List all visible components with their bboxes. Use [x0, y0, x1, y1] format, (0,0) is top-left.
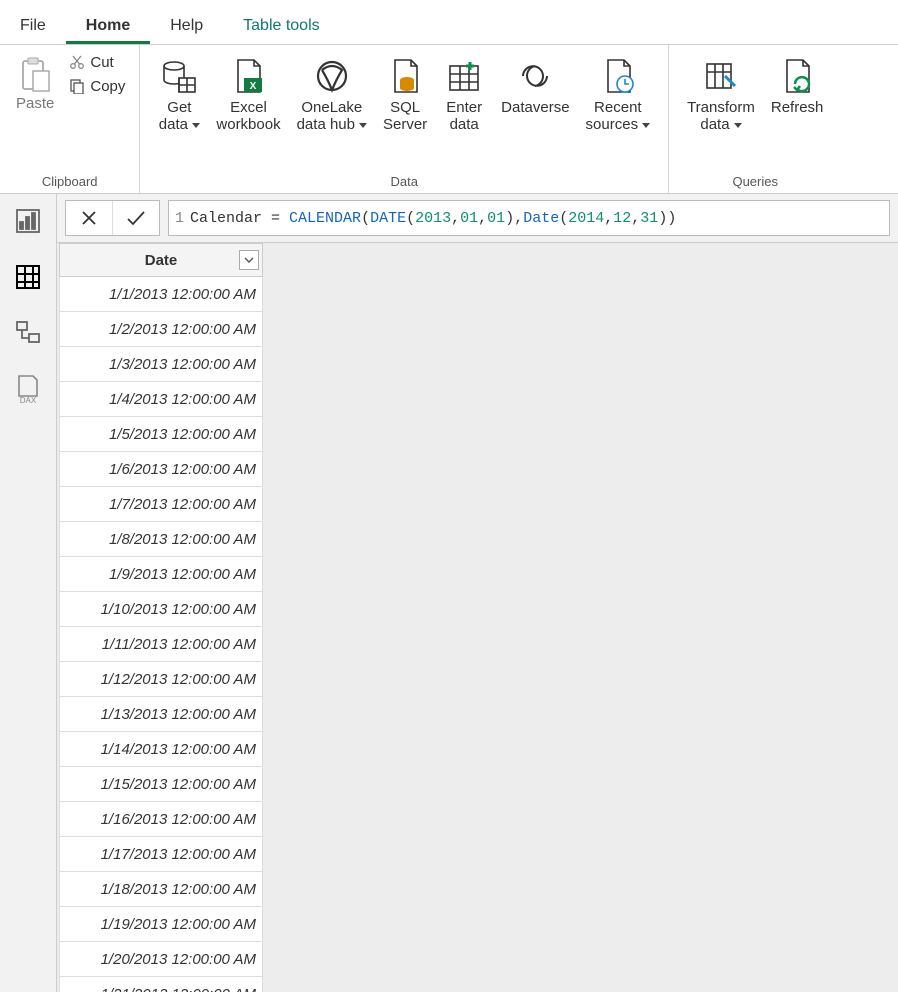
sql-server-button[interactable]: SQL Server [375, 51, 435, 138]
excel-workbook-button[interactable]: X Excel workbook [208, 51, 288, 138]
tab-file[interactable]: File [0, 7, 66, 44]
formula-bar: 1Calendar = CALENDAR(DATE(2013,01,01),Da… [57, 194, 898, 243]
column-filter-button[interactable] [239, 250, 259, 270]
table-cell[interactable]: 1/17/2013 12:00:00 AM [60, 837, 263, 872]
copy-label: Copy [90, 78, 125, 95]
date-table: Date 1/1/2013 12:00:00 AM1/2/2013 12:00:… [59, 243, 263, 992]
refresh-label: Refresh [771, 99, 824, 116]
table-cell[interactable]: 1/3/2013 12:00:00 AM [60, 347, 263, 382]
get-data-button[interactable]: Get data [150, 51, 208, 138]
onelake-label: OneLake data hub [297, 99, 367, 134]
table-cell[interactable]: 1/14/2013 12:00:00 AM [60, 732, 263, 767]
transform-icon [700, 55, 742, 97]
tab-home[interactable]: Home [66, 7, 150, 44]
group-queries: Transform data Refresh Queries [669, 45, 841, 193]
tab-help[interactable]: Help [150, 7, 223, 44]
onelake-button[interactable]: OneLake data hub [289, 51, 375, 138]
table-cell[interactable]: 1/12/2013 12:00:00 AM [60, 662, 263, 697]
line-number: 1 [175, 210, 184, 227]
group-label-clipboard: Clipboard [42, 174, 98, 191]
view-rail: DAX [0, 194, 57, 992]
dataverse-button[interactable]: Dataverse [493, 51, 577, 120]
menu-tabs: File Home Help Table tools [0, 0, 898, 45]
column-header-date[interactable]: Date [60, 244, 263, 277]
dataverse-label: Dataverse [501, 99, 569, 116]
svg-text:X: X [250, 81, 257, 92]
table-cell[interactable]: 1/20/2013 12:00:00 AM [60, 942, 263, 977]
table-cell[interactable]: 1/1/2013 12:00:00 AM [60, 277, 263, 312]
cut-icon [68, 53, 86, 71]
paste-icon [18, 55, 52, 95]
table-cell[interactable]: 1/10/2013 12:00:00 AM [60, 592, 263, 627]
enter-data-icon [443, 55, 485, 97]
excel-label: Excel workbook [216, 99, 280, 134]
data-view-icon[interactable] [13, 262, 43, 292]
transform-label: Transform data [687, 99, 755, 134]
table-cell[interactable]: 1/6/2013 12:00:00 AM [60, 452, 263, 487]
formula-input[interactable]: 1Calendar = CALENDAR(DATE(2013,01,01),Da… [168, 200, 890, 236]
enter-data-label: Enter data [446, 99, 482, 134]
paste-button[interactable]: Paste [10, 51, 60, 116]
recent-sources-button[interactable]: Recent sources [578, 51, 659, 138]
enter-data-button[interactable]: Enter data [435, 51, 493, 138]
x-icon [79, 208, 99, 228]
data-grid[interactable]: Date 1/1/2013 12:00:00 AM1/2/2013 12:00:… [57, 243, 898, 992]
transform-data-button[interactable]: Transform data [679, 51, 763, 138]
refresh-button[interactable]: Refresh [763, 51, 832, 120]
table-cell[interactable]: 1/4/2013 12:00:00 AM [60, 382, 263, 417]
report-view-icon[interactable] [13, 206, 43, 236]
dax-view-icon[interactable]: DAX [13, 374, 43, 404]
refresh-icon [776, 55, 818, 97]
model-view-icon[interactable] [13, 318, 43, 348]
tab-table-tools[interactable]: Table tools [223, 7, 340, 44]
get-data-label: Get data [159, 99, 200, 134]
group-data: Get data X Excel workbook OneLake data h… [140, 45, 669, 193]
sql-icon [384, 55, 426, 97]
sql-label: SQL Server [383, 99, 427, 134]
formula-cancel-button[interactable] [66, 201, 113, 235]
table-cell[interactable]: 1/11/2013 12:00:00 AM [60, 627, 263, 662]
copy-icon [68, 77, 86, 95]
formula-commit-button[interactable] [113, 201, 159, 235]
table-cell[interactable]: 1/8/2013 12:00:00 AM [60, 522, 263, 557]
table-cell[interactable]: 1/5/2013 12:00:00 AM [60, 417, 263, 452]
group-label-data: Data [391, 174, 418, 191]
svg-text:DAX: DAX [20, 396, 37, 404]
table-cell[interactable]: 1/16/2013 12:00:00 AM [60, 802, 263, 837]
table-cell[interactable]: 1/21/2013 12:00:00 AM [60, 977, 263, 992]
copy-button[interactable]: Copy [64, 75, 129, 99]
cut-button[interactable]: Cut [64, 51, 129, 75]
table-cell[interactable]: 1/2/2013 12:00:00 AM [60, 312, 263, 347]
table-cell[interactable]: 1/9/2013 12:00:00 AM [60, 557, 263, 592]
table-cell[interactable]: 1/15/2013 12:00:00 AM [60, 767, 263, 802]
paste-label: Paste [16, 95, 54, 112]
excel-icon: X [227, 55, 269, 97]
table-cell[interactable]: 1/18/2013 12:00:00 AM [60, 872, 263, 907]
ribbon: Paste Cut Copy Clipboard Get data [0, 45, 898, 194]
check-icon [125, 208, 147, 228]
dataverse-icon [514, 55, 556, 97]
onelake-icon [311, 55, 353, 97]
group-label-queries: Queries [732, 174, 778, 191]
table-cell[interactable]: 1/13/2013 12:00:00 AM [60, 697, 263, 732]
cut-label: Cut [90, 54, 113, 71]
recent-label: Recent sources [586, 99, 651, 134]
recent-icon [597, 55, 639, 97]
table-cell[interactable]: 1/7/2013 12:00:00 AM [60, 487, 263, 522]
table-cell[interactable]: 1/19/2013 12:00:00 AM [60, 907, 263, 942]
group-clipboard: Paste Cut Copy Clipboard [0, 45, 140, 193]
get-data-icon [158, 55, 200, 97]
